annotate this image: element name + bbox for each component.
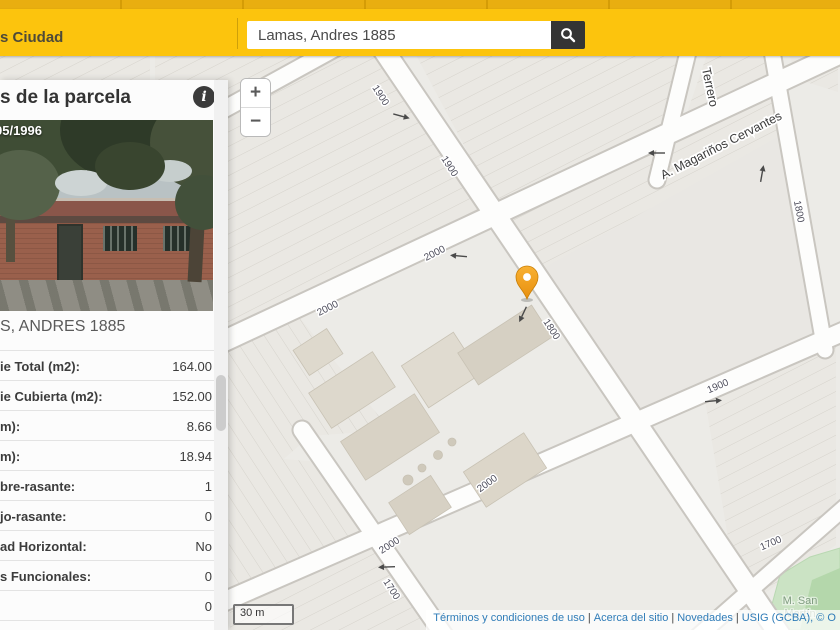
photo-door xyxy=(57,224,83,286)
row-label: m): xyxy=(0,419,20,434)
zoom-out-button[interactable]: − xyxy=(241,108,270,136)
map-attribution: Términos y condiciones de uso|Acerca del… xyxy=(426,610,840,630)
row-label: ad Horizontal: xyxy=(0,539,87,554)
attr-separator: | xyxy=(733,612,742,624)
about-link[interactable]: Acerca del sitio xyxy=(594,612,669,624)
table-row: ie Cubierta (m2): 152.00 xyxy=(0,381,214,411)
row-value: 152.00 xyxy=(172,389,212,404)
attr-suffix: , © O xyxy=(810,612,836,624)
row-label: s Funcionales: xyxy=(0,569,91,584)
row-value: 0 xyxy=(205,599,212,614)
row-label: ie Cubierta (m2): xyxy=(0,389,103,404)
app-window: 1900 1900 1800 2000 2000 1800 1900 2000 … xyxy=(0,0,840,630)
row-value: 0 xyxy=(205,569,212,584)
news-link[interactable]: Novedades xyxy=(677,612,733,624)
row-value: 164.00 xyxy=(172,359,212,374)
usig-link[interactable]: USIG (GCBA) xyxy=(742,612,810,624)
terms-link[interactable]: Términos y condiciones de uso xyxy=(433,612,585,624)
photo-window xyxy=(103,226,137,251)
map-zoom-control: + − xyxy=(240,78,271,137)
city-logo-text: s Ciudad xyxy=(0,29,63,46)
row-value: 18.94 xyxy=(179,449,212,464)
table-row: bre-rasante: 1 xyxy=(0,471,214,501)
row-label: m): xyxy=(0,449,20,464)
row-label: ie Total (m2): xyxy=(0,359,80,374)
table-row: s Funcionales: 0 xyxy=(0,561,214,591)
panel-title: s de la parcela xyxy=(0,87,131,109)
app-header: s Ciudad xyxy=(0,9,840,56)
search-input[interactable] xyxy=(247,21,551,49)
parcel-photo: 05/1996 xyxy=(0,120,213,311)
row-value: 0 xyxy=(205,509,212,524)
row-value: 8.66 xyxy=(187,419,212,434)
info-icon[interactable]: i xyxy=(193,86,215,108)
attr-separator: | xyxy=(668,612,677,624)
parcel-info-panel: s de la parcela i 05/1996 S, ANDRES 1885 xyxy=(0,80,228,630)
photo-date-overlay: 05/1996 xyxy=(0,123,42,138)
park-label-line1: M. San xyxy=(783,595,818,607)
row-value: 1 xyxy=(205,479,212,494)
table-row: 0 xyxy=(0,591,214,621)
header-divider xyxy=(237,18,238,49)
row-label: bre-rasante: xyxy=(0,479,75,494)
map-scale-bar: 30 m xyxy=(233,604,294,625)
row-value: No xyxy=(195,539,212,554)
table-row: m): 18.94 xyxy=(0,441,214,471)
search-button[interactable] xyxy=(551,21,585,49)
table-row: m): 8.66 xyxy=(0,411,214,441)
table-row: ie Total (m2): 164.00 xyxy=(0,351,214,381)
parcel-attributes-table: ie Total (m2): 164.00 ie Cubierta (m2): 15… xyxy=(0,350,214,621)
panel-scrollbar-thumb[interactable] xyxy=(216,375,226,431)
panel-scrollbar-track[interactable] xyxy=(214,80,228,630)
zoom-in-button[interactable]: + xyxy=(241,79,270,108)
search-icon xyxy=(560,27,576,43)
table-row: ad Horizontal: No xyxy=(0,531,214,561)
parcel-address: S, ANDRES 1885 xyxy=(0,318,125,336)
table-row: jo-rasante: 0 xyxy=(0,501,214,531)
row-label: jo-rasante: xyxy=(0,509,66,524)
attr-separator: | xyxy=(585,612,594,624)
